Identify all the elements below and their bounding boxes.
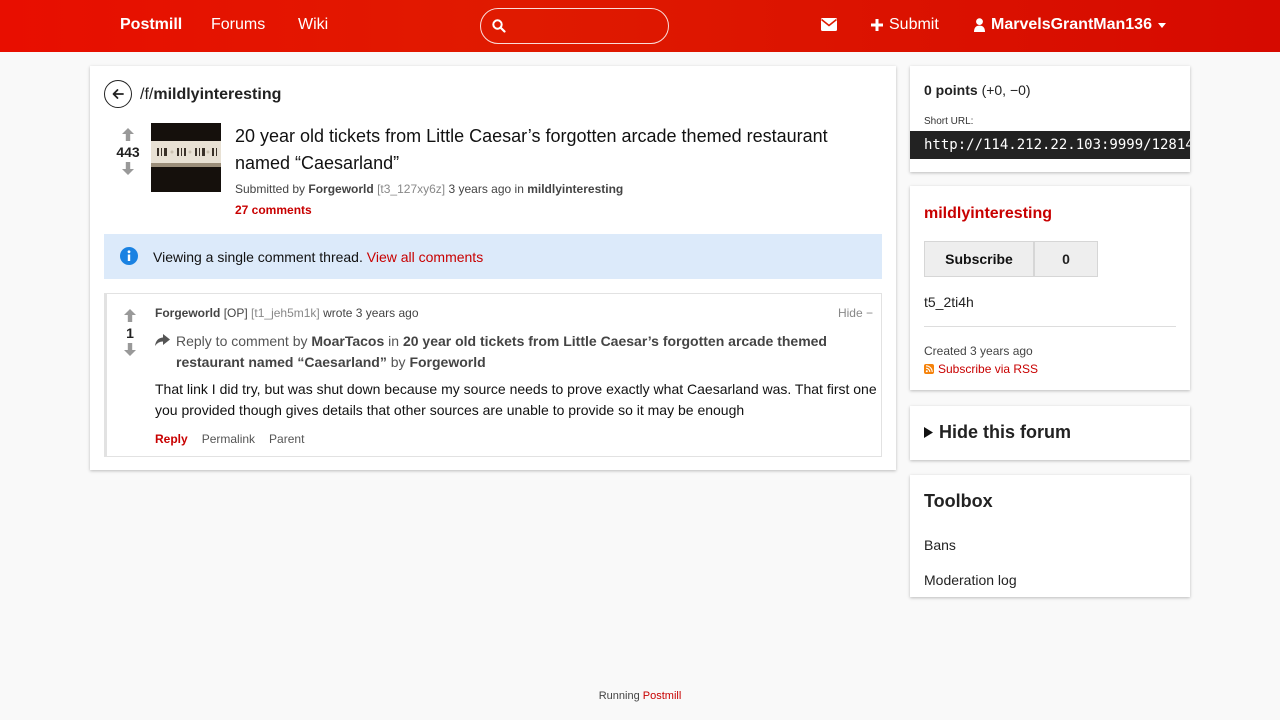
triangle-right-icon	[924, 427, 933, 438]
short-url-label: Short URL:	[924, 116, 974, 127]
parent-link[interactable]: Parent	[269, 432, 304, 446]
short-url[interactable]: http://114.212.22.103:9999/128147	[910, 131, 1190, 159]
notice-text: Viewing a single comment thread. View al…	[153, 249, 484, 265]
reply-user-link[interactable]: MoarTacos	[311, 333, 384, 349]
hide-forum-panel: Hide this forum	[910, 406, 1190, 460]
view-all-comments-link[interactable]: View all comments	[367, 249, 483, 265]
forum-name-link[interactable]: mildlyinteresting	[924, 205, 1052, 223]
comment-score: 1	[126, 325, 134, 341]
post-info-panel: 0 points (+0, −0) Short URL: http://114.…	[910, 66, 1190, 172]
rss-icon	[924, 364, 934, 374]
post-thumbnail[interactable]	[151, 123, 221, 192]
envelope-icon	[821, 18, 837, 31]
rss-link[interactable]: Subscribe via RSS	[924, 362, 1038, 376]
comment-body: That link I did try, but was shut down b…	[155, 381, 877, 418]
permalink-link[interactable]: Permalink	[202, 432, 255, 446]
nav-wiki[interactable]: Wiki	[298, 16, 328, 34]
thread-notice: Viewing a single comment thread. View al…	[104, 234, 882, 279]
post-title[interactable]: 20 year old tickets from Little Caesar’s…	[235, 123, 875, 177]
subscriber-count: 0	[1034, 241, 1098, 277]
plus-icon	[871, 19, 883, 31]
forum-created: Created 3 years ago	[924, 344, 1033, 358]
postmill-link[interactable]: Postmill	[643, 690, 682, 702]
search-input[interactable]	[513, 15, 661, 37]
comments-link[interactable]: 27 comments	[235, 203, 312, 217]
post-vote: 443	[116, 128, 140, 175]
user-icon	[974, 18, 985, 32]
reply-button[interactable]: Reply	[155, 432, 188, 446]
hide-forum-toggle[interactable]: Hide this forum	[924, 422, 1071, 443]
arrow-left-icon	[112, 89, 124, 99]
breadcrumb: /f/mildlyinteresting	[140, 86, 281, 104]
toolbox-title: Toolbox	[924, 491, 993, 511]
footer: Running Postmill	[598, 690, 682, 702]
back-button[interactable]	[104, 80, 132, 108]
user-menu[interactable]: MarvelsGrantMan136	[974, 16, 1166, 34]
toolbox-panel: Toolbox Bans Moderation log	[910, 475, 1190, 597]
reply-author-link[interactable]: Forgeworld	[409, 354, 485, 370]
post-time: 3 years ago	[448, 182, 512, 196]
search-box[interactable]	[480, 8, 669, 44]
upvote-icon[interactable]	[124, 309, 136, 322]
hide-comment-button[interactable]: Hide −	[838, 306, 873, 320]
top-navbar: Postmill Forums Wiki Submit MarvelsGrant…	[0, 0, 1280, 52]
comment-meta: Forgeworld [OP] [t1_jeh5m1k] wrote 3 yea…	[155, 306, 419, 320]
reply-arrow-icon	[155, 334, 170, 346]
breadcrumb-prefix: /f/	[140, 86, 154, 103]
caret-down-icon	[1157, 22, 1166, 28]
inbox-link[interactable]	[821, 18, 837, 36]
breadcrumb-forum-link[interactable]: mildlyinteresting	[153, 86, 281, 103]
info-icon	[120, 247, 138, 265]
post-author-link[interactable]: Forgeworld	[308, 182, 373, 196]
downvote-icon[interactable]	[124, 343, 136, 356]
submit-link[interactable]: Submit	[871, 16, 939, 34]
op-badge: [OP]	[223, 306, 248, 320]
forum-id: t5_2ti4h	[924, 294, 974, 310]
moderation-log-link[interactable]: Moderation log	[924, 572, 1017, 588]
nav-forums[interactable]: Forums	[211, 16, 265, 34]
post-meta: Submitted by Forgeworld [t3_127xy6z] 3 y…	[235, 182, 624, 196]
username: MarvelsGrantMan136	[991, 16, 1152, 33]
downvote-icon[interactable]	[122, 162, 134, 175]
ticket-image	[151, 123, 221, 192]
comment-actions: Reply Permalink Parent	[155, 432, 304, 446]
comment-time: wrote 3 years ago	[323, 306, 419, 320]
comment-vote: 1	[119, 309, 141, 356]
post-forum-link[interactable]: mildlyinteresting	[527, 182, 623, 196]
comment-id: [t1_jeh5m1k]	[251, 306, 320, 320]
subscribe-button[interactable]: Subscribe	[924, 241, 1034, 277]
bans-link[interactable]: Bans	[924, 537, 956, 553]
comment-author-link[interactable]: Forgeworld	[155, 306, 220, 320]
divider	[924, 326, 1176, 327]
reply-context: Reply to comment by MoarTacos in 20 year…	[155, 331, 877, 373]
upvote-icon[interactable]	[122, 128, 134, 141]
post-points: 0 points (+0, −0)	[924, 82, 1031, 98]
post-card: /f/mildlyinteresting 443 20 year old tic…	[90, 66, 896, 470]
brand-link[interactable]: Postmill	[120, 16, 182, 34]
post-author-id: [t3_127xy6z]	[377, 182, 446, 196]
comment: 1 Forgeworld [OP] [t1_jeh5m1k] wrote 3 y…	[104, 293, 882, 457]
post-score: 443	[116, 144, 140, 160]
submit-label: Submit	[889, 16, 939, 33]
search-icon	[492, 19, 506, 33]
forum-panel: mildlyinteresting Subscribe 0 t5_2ti4h C…	[910, 186, 1190, 390]
